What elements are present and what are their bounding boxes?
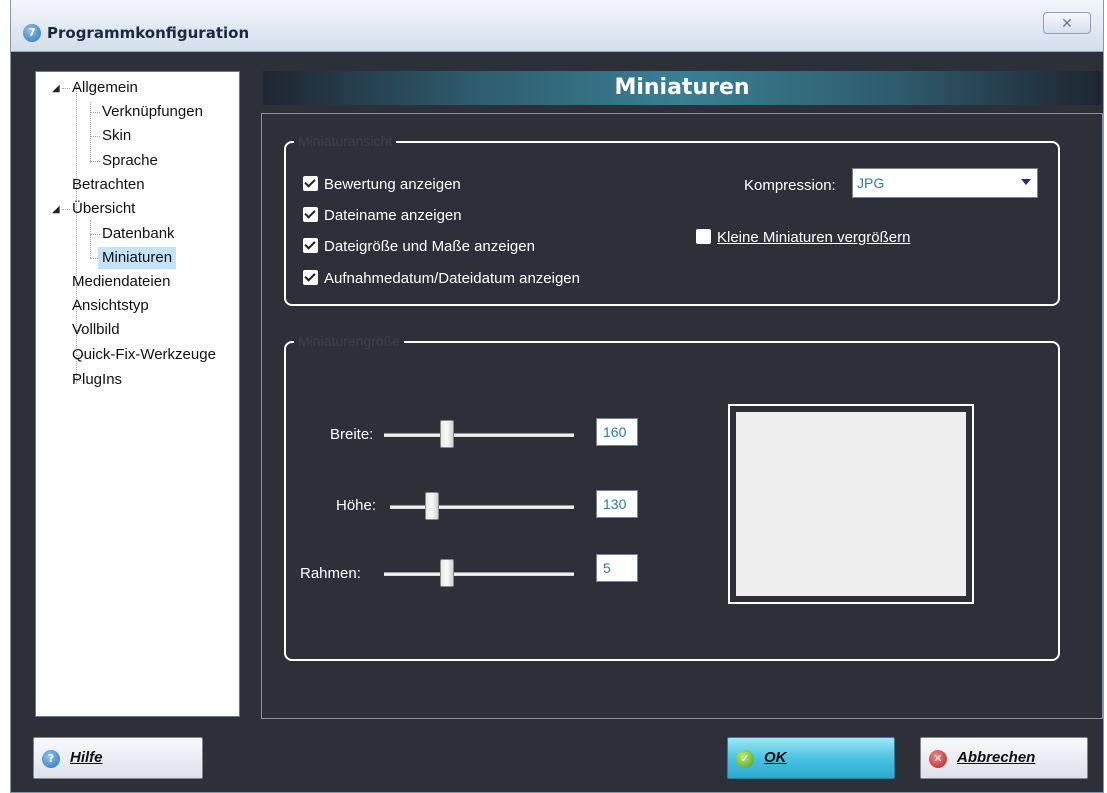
tree-item-quick-fix[interactable]: Quick-Fix-Werkzeuge bbox=[72, 344, 216, 366]
title-bar: 7 Programmkonfiguration ✕ bbox=[11, 0, 1103, 52]
tree-item-vollbild[interactable]: Vollbild bbox=[72, 319, 120, 341]
settings-tree: ◢ Allgemein Verknüpfungen Skin Sprache B… bbox=[35, 71, 240, 717]
thumbnail-preview bbox=[728, 404, 974, 604]
tree-item-sprache[interactable]: Sprache bbox=[102, 150, 158, 172]
config-window: 7 Programmkonfiguration ✕ ◢ Allgemein Ve… bbox=[10, 0, 1104, 793]
tree-item-allgemein[interactable]: Allgemein bbox=[72, 77, 138, 99]
size-group-legend: Miniaturengröße bbox=[294, 333, 404, 349]
collapse-arrow-icon[interactable]: ◢ bbox=[52, 204, 60, 215]
page-header: Miniaturen bbox=[263, 71, 1101, 105]
width-slider-thumb[interactable] bbox=[440, 420, 454, 448]
help-icon: ? bbox=[42, 750, 60, 768]
border-slider-thumb[interactable] bbox=[440, 559, 454, 587]
page-title: Miniaturen bbox=[614, 75, 750, 100]
close-icon: ✕ bbox=[1061, 15, 1073, 31]
checkbox-checked-icon bbox=[303, 207, 318, 222]
height-slider-thumb[interactable] bbox=[425, 492, 439, 520]
border-input[interactable]: 5 bbox=[596, 554, 638, 582]
checkmark-icon: ✓ bbox=[736, 750, 754, 768]
show-date-checkbox[interactable]: Aufnahmedatum/Dateidatum anzeigen bbox=[303, 269, 580, 289]
checkbox-checked-icon bbox=[303, 176, 318, 191]
width-input[interactable]: 160 bbox=[596, 418, 638, 446]
tree-item-miniaturen[interactable]: Miniaturen bbox=[98, 247, 177, 269]
thumbnail-preview-image bbox=[736, 412, 966, 596]
tree-item-uebersicht[interactable]: Übersicht bbox=[72, 198, 135, 220]
display-group-legend: Miniaturansicht bbox=[294, 133, 397, 149]
tree-item-skin[interactable]: Skin bbox=[102, 125, 131, 147]
show-rating-checkbox[interactable]: Bewertung anzeigen bbox=[303, 175, 461, 195]
close-button[interactable]: ✕ bbox=[1043, 12, 1091, 34]
checkbox-checked-icon bbox=[303, 270, 318, 285]
cancel-icon: ✕ bbox=[929, 750, 947, 768]
tree-item-betrachten[interactable]: Betrachten bbox=[72, 174, 145, 196]
app-icon: 7 bbox=[23, 24, 41, 42]
height-label: Höhe: bbox=[336, 497, 377, 514]
width-label: Breite: bbox=[330, 426, 374, 443]
show-filename-checkbox[interactable]: Dateiname anzeigen bbox=[303, 206, 462, 226]
display-group: Miniaturansicht Bewertung anzeigen Datei… bbox=[284, 133, 1060, 306]
height-slider-track[interactable] bbox=[390, 505, 574, 509]
size-group: Miniaturengröße Breite: 160 Höhe: 130 Ra… bbox=[284, 333, 1060, 661]
height-input[interactable]: 130 bbox=[596, 490, 638, 518]
chevron-down-icon bbox=[1021, 179, 1031, 185]
checkbox-unchecked-icon bbox=[696, 229, 711, 244]
checkbox-checked-icon bbox=[303, 238, 318, 253]
show-filesize-checkbox[interactable]: Dateigröße und Maße anzeigen bbox=[303, 237, 535, 257]
compression-select[interactable]: JPG bbox=[852, 168, 1038, 198]
tree-item-ansichtstyp[interactable]: Ansichtstyp bbox=[72, 295, 149, 317]
tree-item-verknuepfungen[interactable]: Verknüpfungen bbox=[102, 101, 203, 123]
ok-button[interactable]: ✓ OK bbox=[727, 737, 895, 779]
content-panel: Miniaturansicht Bewertung anzeigen Datei… bbox=[261, 113, 1103, 719]
enlarge-small-thumbnails-checkbox[interactable]: Kleine Miniaturen vergrößern bbox=[696, 228, 910, 248]
border-label: Rahmen: bbox=[300, 565, 361, 582]
help-button[interactable]: ? Hilfe bbox=[33, 737, 203, 779]
tree-item-plugins[interactable]: PlugIns bbox=[72, 369, 122, 391]
collapse-arrow-icon[interactable]: ◢ bbox=[52, 83, 60, 94]
border-slider-track[interactable] bbox=[384, 572, 574, 576]
width-slider-track[interactable] bbox=[384, 433, 574, 437]
tree-item-mediendateien[interactable]: Mediendateien bbox=[72, 271, 170, 293]
cancel-button[interactable]: ✕ Abbrechen bbox=[920, 737, 1088, 779]
tree-item-datenbank[interactable]: Datenbank bbox=[102, 223, 175, 245]
compression-value: JPG bbox=[857, 175, 885, 191]
window-title: Programmkonfiguration bbox=[47, 24, 250, 42]
compression-label: Kompression: bbox=[744, 177, 836, 194]
